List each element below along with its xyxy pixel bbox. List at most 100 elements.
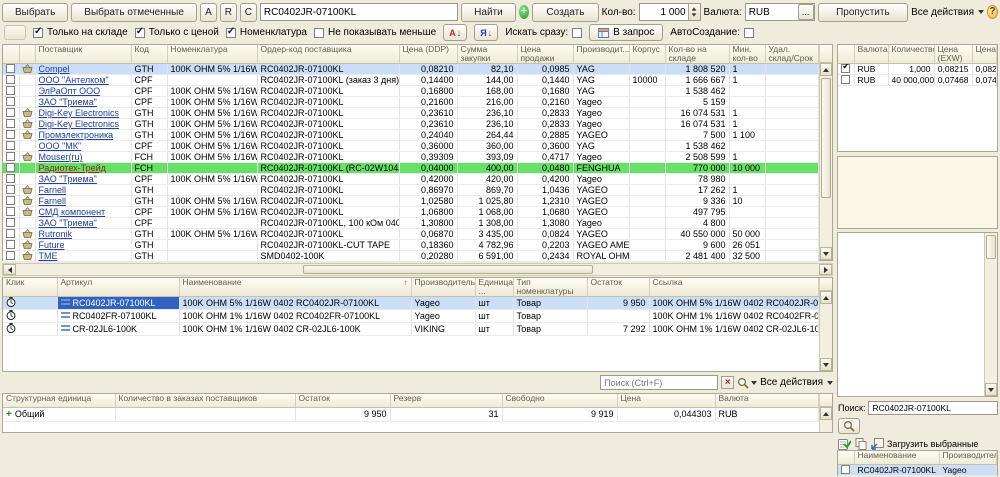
help-icon[interactable]: ? — [987, 5, 998, 19]
column-header[interactable]: Клик — [3, 278, 57, 297]
article-cell[interactable]: RC0402FR-07100KL — [57, 310, 179, 323]
hide-less-checkbox[interactable]: Не показывать меньше — [314, 27, 436, 38]
right-search-input[interactable] — [868, 401, 998, 415]
row-checkbox[interactable] — [6, 97, 15, 106]
scroll-thumb[interactable] — [986, 235, 996, 259]
supplier-row[interactable]: ЗАО "Триема" CPF 100K OHM 5% 1/16W 0402 … — [3, 97, 819, 108]
supplier-link[interactable]: Радиотех-Трейд — [39, 163, 106, 173]
only-with-price-checkbox[interactable]: Только с ценой — [135, 27, 219, 38]
clock-icon[interactable] — [6, 299, 16, 309]
supplier-row[interactable]: Compel GTH 100K OHM 5% 1/16W 0402 ... RC… — [3, 64, 819, 75]
scroll-thumb[interactable] — [303, 265, 593, 274]
supplier-row[interactable]: ЭлРаОпт ООО CPF 100K OHM 5% 1/16W 0402 .… — [3, 86, 819, 97]
column-header[interactable]: Производит... — [573, 45, 629, 64]
row-checkbox[interactable] — [6, 130, 15, 139]
select-button[interactable]: Выбрать — [2, 3, 68, 22]
scroll-down-icon[interactable] — [823, 363, 829, 367]
row-checkbox[interactable] — [6, 141, 15, 150]
scroll-up-icon[interactable] — [823, 412, 829, 416]
row-checkbox[interactable] — [6, 86, 15, 95]
supplier-link[interactable]: ЗАО "Триема" — [39, 218, 97, 228]
supplier-link[interactable]: ЗАО "Триема" — [39, 97, 97, 107]
supplier-row[interactable]: ООО "МК" CPF 100K OHM 5% 1/16W 0402 ... … — [3, 141, 819, 152]
filter-c-button[interactable]: C — [240, 3, 257, 22]
supplier-row[interactable]: Mouser(ru) FCH 100K OHM 5% 1/16W 0402 ..… — [3, 152, 819, 163]
scroll-left-icon[interactable] — [8, 267, 12, 273]
supplier-row[interactable]: Digi-Key Electronics GTH 100K OHM 5% 1/1… — [3, 119, 819, 130]
nomenclature-checkbox[interactable]: Номенклатура — [226, 27, 307, 38]
supplier-row[interactable]: ЗАО "Триема" CPF RC0402JR-07100KL, 100 к… — [3, 218, 819, 229]
row-checkbox[interactable] — [6, 207, 15, 216]
row-checkbox[interactable] — [841, 64, 850, 73]
vertical-scrollbar[interactable] — [819, 63, 832, 260]
column-header[interactable]: Свободно — [502, 394, 617, 407]
supplier-row[interactable]: Farnell GTH 100K OHM 5% 1/16W 0402 ... R… — [3, 196, 819, 207]
column-header[interactable]: Код — [131, 45, 167, 64]
column-header[interactable]: Производитель — [411, 278, 475, 297]
article-cell[interactable]: RC0402JR-07100KL — [57, 297, 179, 310]
column-header[interactable]: Количество — [888, 45, 934, 64]
quantity-stepper[interactable] — [639, 3, 701, 21]
supplier-link[interactable]: Mouser(ru) — [39, 152, 83, 162]
supplier-link[interactable]: Future — [39, 240, 65, 250]
copy-icon[interactable] — [855, 438, 867, 450]
supplier-row[interactable]: ЗАО "Триема" CPF 100K OHM 5% 1/16W 0402 … — [3, 174, 819, 185]
scroll-up-icon[interactable] — [823, 68, 829, 72]
scroll-thumb[interactable] — [821, 78, 831, 198]
supplier-link[interactable]: Compel — [39, 64, 70, 74]
column-header[interactable]: Валюта — [715, 394, 819, 407]
scroll-down-icon[interactable] — [823, 252, 829, 256]
supplier-link[interactable]: Промэлектроника — [39, 130, 114, 140]
column-header[interactable]: Цена (EXW) — [934, 45, 972, 64]
article-cell[interactable]: CR-02JL6-100K — [57, 323, 179, 336]
column-header[interactable]: Кол-во на складе — [665, 45, 729, 64]
vertical-scrollbar[interactable] — [819, 407, 832, 432]
skip-button[interactable]: Пропустить — [818, 3, 908, 22]
column-header[interactable]: Резерв — [390, 394, 502, 407]
row-checkbox[interactable] — [6, 163, 15, 172]
column-header[interactable]: Цена (DDP) — [399, 45, 457, 64]
only-in-stock-checkbox[interactable]: Только на складе — [33, 27, 128, 38]
currency-picker-button[interactable]: ... — [798, 4, 814, 20]
nomenclature-row[interactable]: RC0402FR-07100KL 100K OHM 1% 1/16W 0402 … — [3, 310, 819, 323]
column-header[interactable]: Поставщик — [35, 45, 131, 64]
supplier-link[interactable]: Farnell — [39, 185, 67, 195]
column-header[interactable]: Корпус — [629, 45, 665, 64]
column-header[interactable]: Количество в заказах поставщиков — [115, 394, 295, 407]
row-checkbox[interactable] — [6, 218, 15, 227]
supplier-link[interactable]: ООО "Антелком" — [39, 75, 109, 85]
column-header[interactable]: Тип номенклатуры — [513, 278, 587, 297]
supplier-row[interactable]: TME GTH SMD0402-100K 0,20280 6 591,00 0,… — [3, 251, 819, 262]
column-header[interactable]: Структурная единица — [3, 394, 115, 407]
row-checkbox[interactable] — [6, 108, 15, 117]
select-marked-button[interactable]: Выбрать отмеченные — [71, 3, 197, 22]
supplier-row[interactable]: СМД компонент CPF 100K OHM 5% 1/16W 0402… — [3, 207, 819, 218]
supplier-link[interactable]: Digi-Key Electronics — [39, 108, 120, 118]
column-header[interactable]: Единица ... — [475, 278, 513, 297]
supplier-row[interactable]: ООО "Антелком" CPF RC0402JR-07100KL (зак… — [3, 75, 819, 86]
search-immediately-checkbox[interactable]: Искать сразу: — [505, 27, 582, 38]
supplier-link[interactable]: Rutronik — [39, 229, 73, 239]
autocreate-checkbox[interactable]: АвтоСоздание: — [670, 27, 754, 38]
column-header[interactable]: Сумма закупки — [457, 45, 517, 64]
clock-icon[interactable] — [6, 312, 16, 322]
filter-r-button[interactable]: R — [220, 3, 237, 22]
column-header[interactable]: Валюта — [854, 45, 888, 64]
column-header[interactable]: Цена — [617, 394, 715, 407]
row-checkbox[interactable] — [6, 119, 15, 128]
scroll-right-icon[interactable] — [824, 267, 828, 273]
supplier-link[interactable]: СМД компонент — [39, 207, 106, 217]
create-button[interactable]: Создать — [532, 3, 598, 22]
supplier-link[interactable]: Digi-Key Electronics — [39, 119, 120, 129]
row-checkbox[interactable] — [6, 229, 15, 238]
column-header[interactable]: Остаток — [587, 278, 649, 297]
find-button[interactable]: Найти — [461, 3, 516, 22]
vertical-scrollbar[interactable] — [819, 291, 832, 371]
scroll-down-icon[interactable] — [988, 388, 994, 392]
price-variant-row[interactable]: RUB 40 000,000 0,07468 0,0747 — [838, 75, 997, 86]
clear-search-icon[interactable]: × — [721, 376, 734, 389]
stock-summary-row[interactable]: +Общий 9 950 31 9 919 0,044303 RUB — [3, 407, 819, 421]
selected-item-row[interactable]: RC0402JR-07100KL Yageo — [838, 464, 997, 475]
supplier-link[interactable]: ООО "МК" — [39, 141, 82, 151]
supplier-link[interactable]: ЭлРаОпт ООО — [39, 86, 101, 96]
